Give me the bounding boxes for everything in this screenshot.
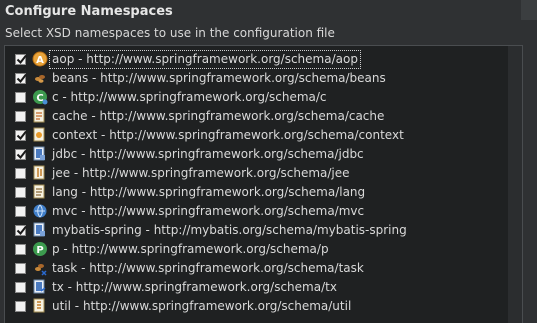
configure-namespaces-panel: Configure Namespaces Select XSD namespac… [0,0,537,323]
namespace-checkbox[interactable] [15,168,26,179]
namespace-row[interactable]: Aaop - http://www.springframework.org/sc… [5,50,522,69]
namespace-row[interactable]: mybatis-spring - http://mybatis.org/sche… [5,221,522,240]
namespace-checkbox[interactable] [15,225,27,236]
aop-icon: A [32,51,48,67]
namespace-label: util - http://www.springframework.org/sc… [52,299,352,313]
p-namespace-icon: P [32,241,48,257]
namespace-checkbox[interactable] [15,244,26,255]
panel-title: Configure Namespaces [5,4,173,19]
panel-subtitle: Select XSD namespaces to use in the conf… [5,26,335,40]
util-icon [32,298,48,314]
cache-icon [32,108,48,124]
panel-corner-control[interactable] [521,0,537,20]
namespace-row[interactable]: context - http://www.springframework.org… [5,126,522,145]
namespace-checkbox[interactable] [15,73,27,84]
task-icon [32,260,48,276]
tx-icon [32,279,48,295]
beans-icon [32,70,48,86]
namespace-label: mvc - http://www.springframework.org/sch… [52,204,365,218]
namespace-row[interactable]: cache - http://www.springframework.org/s… [5,107,522,126]
namespace-row[interactable]: beans - http://www.springframework.org/s… [5,69,522,88]
namespace-row[interactable]: tx - http://www.springframework.org/sche… [5,278,522,297]
svg-text:A: A [36,55,44,66]
namespace-checkbox[interactable] [15,282,26,293]
namespace-row[interactable]: mvc - http://www.springframework.org/sch… [5,202,522,221]
namespace-checkbox[interactable] [15,206,26,217]
namespace-row[interactable]: task - http://www.springframework.org/sc… [5,259,522,278]
namespace-checkbox[interactable] [15,263,26,274]
namespace-label: tx - http://www.springframework.org/sche… [52,280,337,294]
namespace-label: mybatis-spring - http://mybatis.org/sche… [52,223,407,237]
namespace-label: cache - http://www.springframework.org/s… [52,109,385,123]
namespace-checkbox[interactable] [15,54,27,65]
lang-icon [32,184,48,200]
namespace-checkbox[interactable] [15,149,27,160]
c-namespace-icon: C [32,89,48,105]
namespace-checkbox[interactable] [15,301,26,312]
namespace-checkbox[interactable] [15,111,26,122]
namespace-label: c - http://www.springframework.org/schem… [52,90,327,104]
namespace-row[interactable]: Cc - http://www.springframework.org/sche… [5,88,522,107]
namespace-row[interactable]: jee - http://www.springframework.org/sch… [5,164,522,183]
namespace-label: jee - http://www.springframework.org/sch… [52,166,350,180]
namespace-label: jdbc - http://www.springframework.org/sc… [52,147,364,161]
context-icon [32,127,48,143]
jdbc-icon [32,146,48,162]
jee-icon [32,165,48,181]
namespace-label: lang - http://www.springframework.org/sc… [52,185,366,199]
namespace-checkbox[interactable] [15,130,27,141]
namespace-row[interactable]: util - http://www.springframework.org/sc… [5,297,522,316]
svg-text:P: P [36,245,43,256]
namespace-label: aop - http://www.springframework.org/sch… [49,50,361,69]
namespace-label: beans - http://www.springframework.org/s… [52,71,386,85]
namespace-row[interactable]: Pp - http://www.springframework.org/sche… [5,240,522,259]
namespace-row[interactable]: lang - http://www.springframework.org/sc… [5,183,522,202]
mybatis-spring-icon [32,222,48,238]
namespace-checkbox[interactable] [15,92,26,103]
namespace-label: p - http://www.springframework.org/schem… [52,242,329,256]
namespace-label: task - http://www.springframework.org/sc… [52,261,364,275]
namespace-list[interactable]: Aaop - http://www.springframework.org/sc… [4,45,523,323]
namespace-checkbox[interactable] [15,187,26,198]
mvc-icon [32,203,48,219]
namespace-label: context - http://www.springframework.org… [52,128,404,142]
namespace-row[interactable]: jdbc - http://www.springframework.org/sc… [5,145,522,164]
